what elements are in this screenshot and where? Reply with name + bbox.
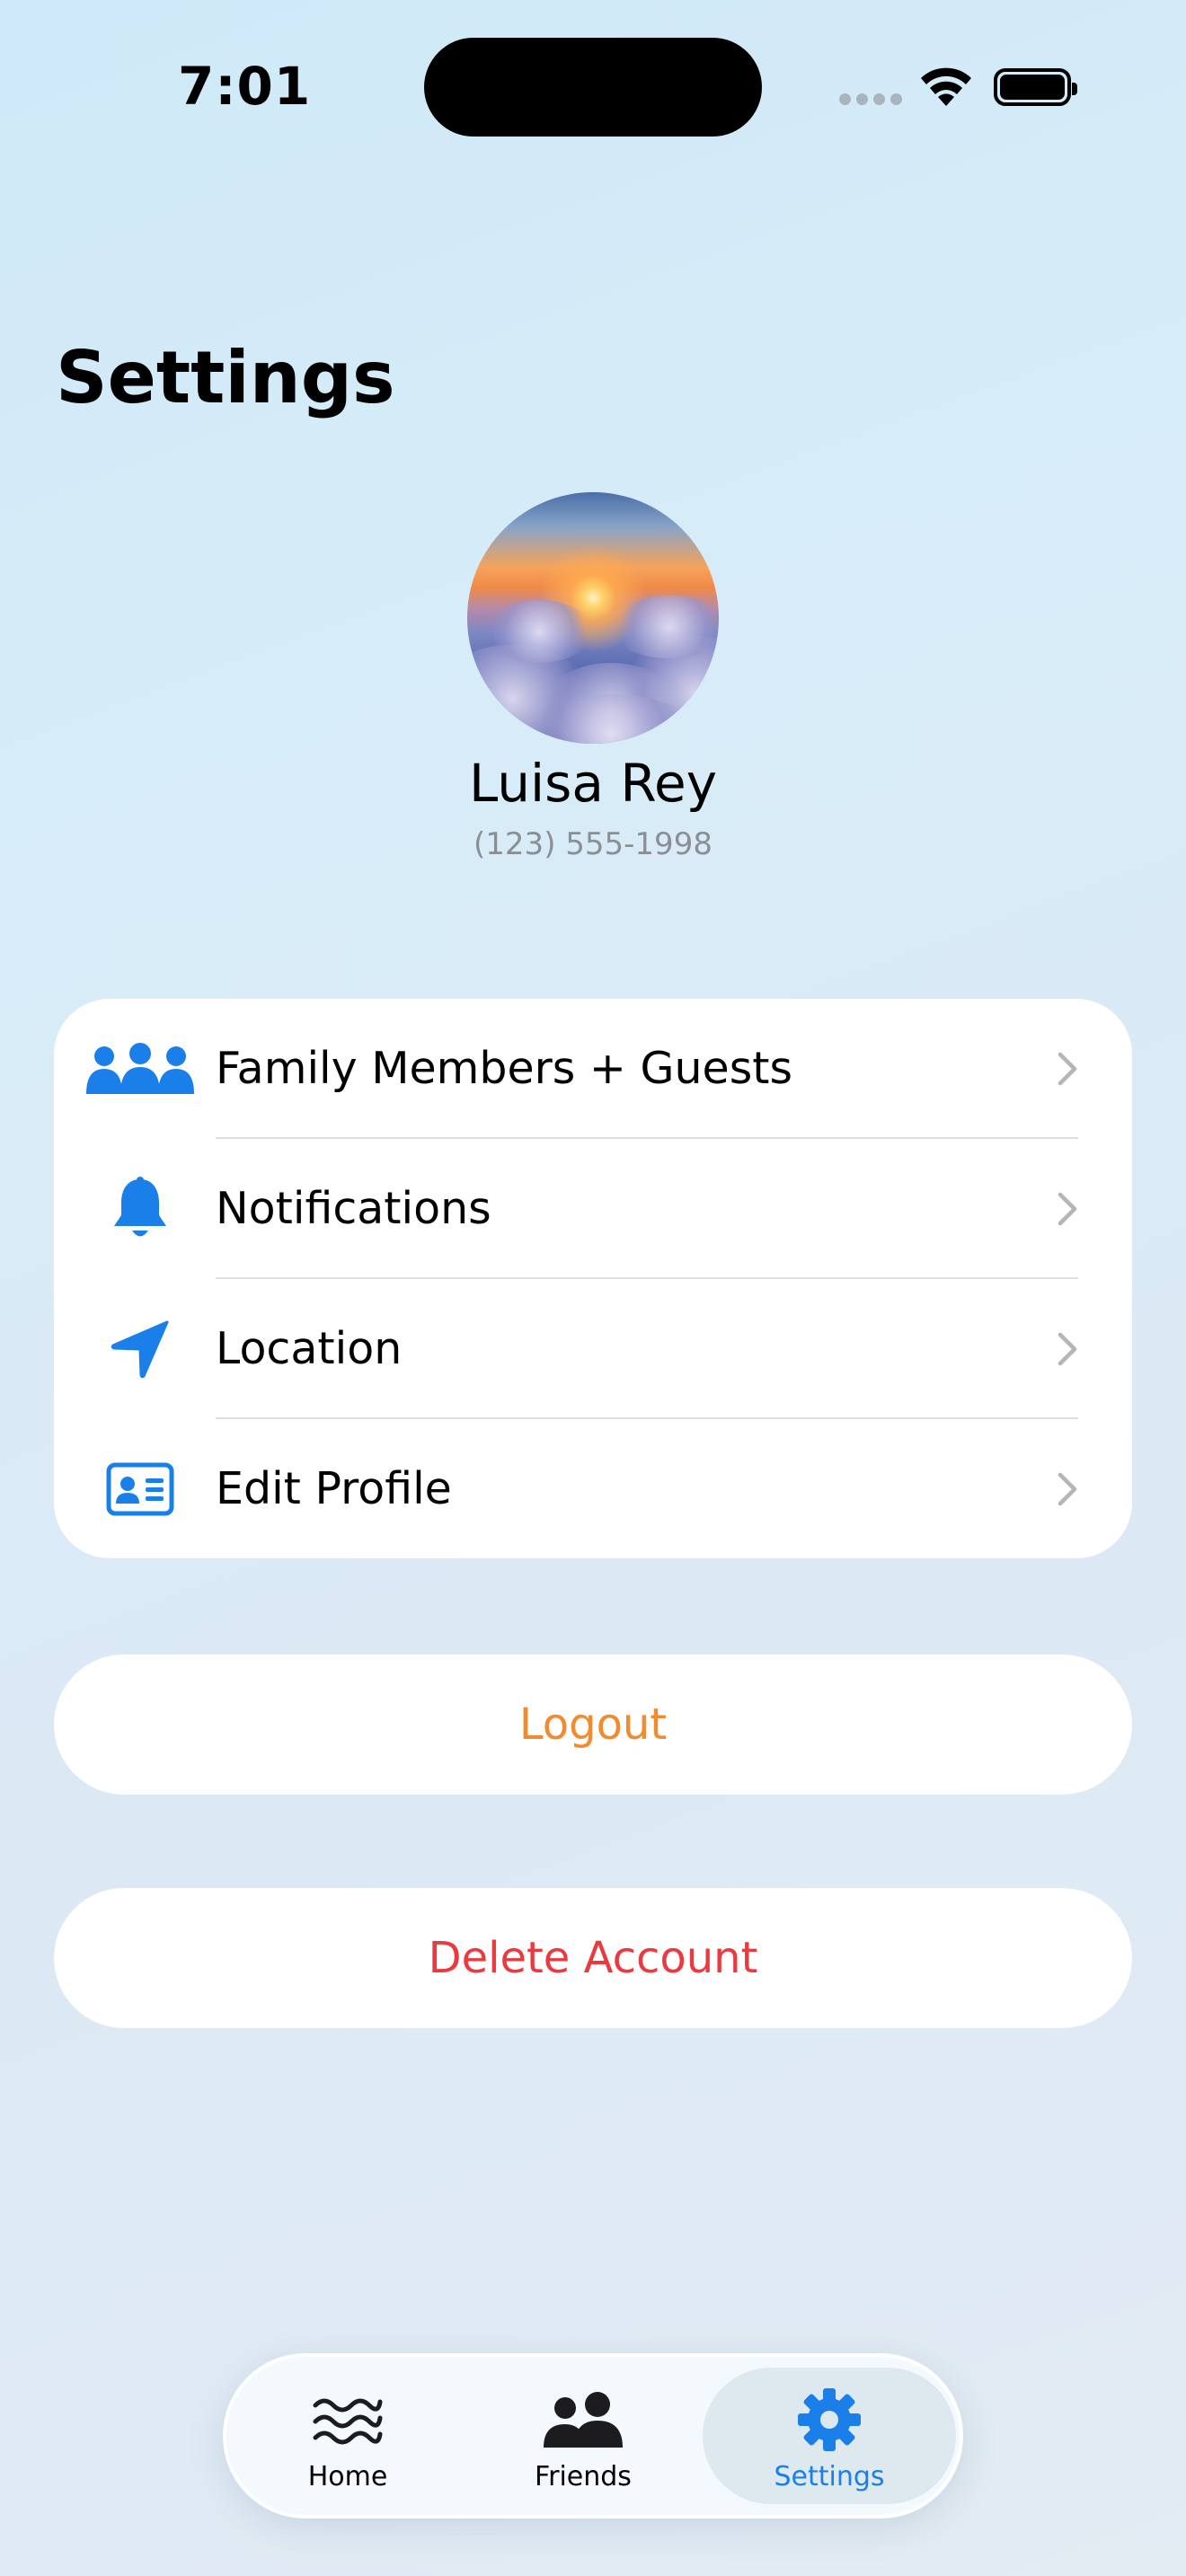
menu-item-label: Edit Profile — [216, 1463, 452, 1514]
cellular-signal-icon — [839, 93, 902, 105]
profile-name: Luisa Rey — [468, 753, 718, 814]
tab-home[interactable]: Home — [226, 2357, 469, 2515]
chevron-right-icon — [1058, 1472, 1077, 1506]
menu-item-label: Family Members + Guests — [216, 1043, 792, 1094]
bell-icon — [104, 1139, 176, 1279]
delete-account-button[interactable]: Delete Account — [54, 1888, 1132, 2028]
settings-menu: Family Members + Guests Notifications Lo… — [54, 999, 1132, 1558]
menu-item-notifications[interactable]: Notifications — [54, 1139, 1132, 1279]
status-time: 7:01 — [178, 56, 312, 117]
menu-item-edit-profile[interactable]: Edit Profile — [54, 1419, 1132, 1558]
menu-item-label: Notifications — [216, 1183, 491, 1234]
waves-icon — [226, 2384, 469, 2456]
chevron-right-icon — [1058, 1052, 1077, 1086]
menu-item-location[interactable]: Location — [54, 1279, 1132, 1419]
profile-phone: (123) 555-1998 — [474, 826, 712, 862]
tab-bar: Home Friends Settings — [223, 2353, 963, 2519]
logout-button[interactable]: Logout — [54, 1654, 1132, 1795]
tab-label: Settings — [774, 2461, 885, 2492]
dynamic-island — [424, 38, 762, 137]
menu-item-family-members[interactable]: Family Members + Guests — [54, 999, 1132, 1139]
friends-icon — [462, 2384, 704, 2456]
page-title: Settings — [56, 336, 395, 419]
status-bar: 7:01 — [0, 0, 1186, 180]
battery-icon — [994, 68, 1077, 106]
tab-friends[interactable]: Friends — [462, 2357, 704, 2515]
tab-label: Home — [307, 2461, 388, 2492]
family-icon — [84, 999, 196, 1139]
location-arrow-icon — [104, 1279, 176, 1419]
avatar[interactable] — [467, 492, 719, 744]
contact-card-icon — [104, 1419, 176, 1558]
wifi-icon — [921, 67, 971, 106]
gear-icon — [703, 2384, 956, 2456]
chevron-right-icon — [1058, 1332, 1077, 1366]
tab-label: Friends — [535, 2461, 632, 2492]
menu-item-label: Location — [216, 1323, 403, 1374]
chevron-right-icon — [1058, 1192, 1077, 1226]
tab-settings[interactable]: Settings — [703, 2357, 956, 2515]
